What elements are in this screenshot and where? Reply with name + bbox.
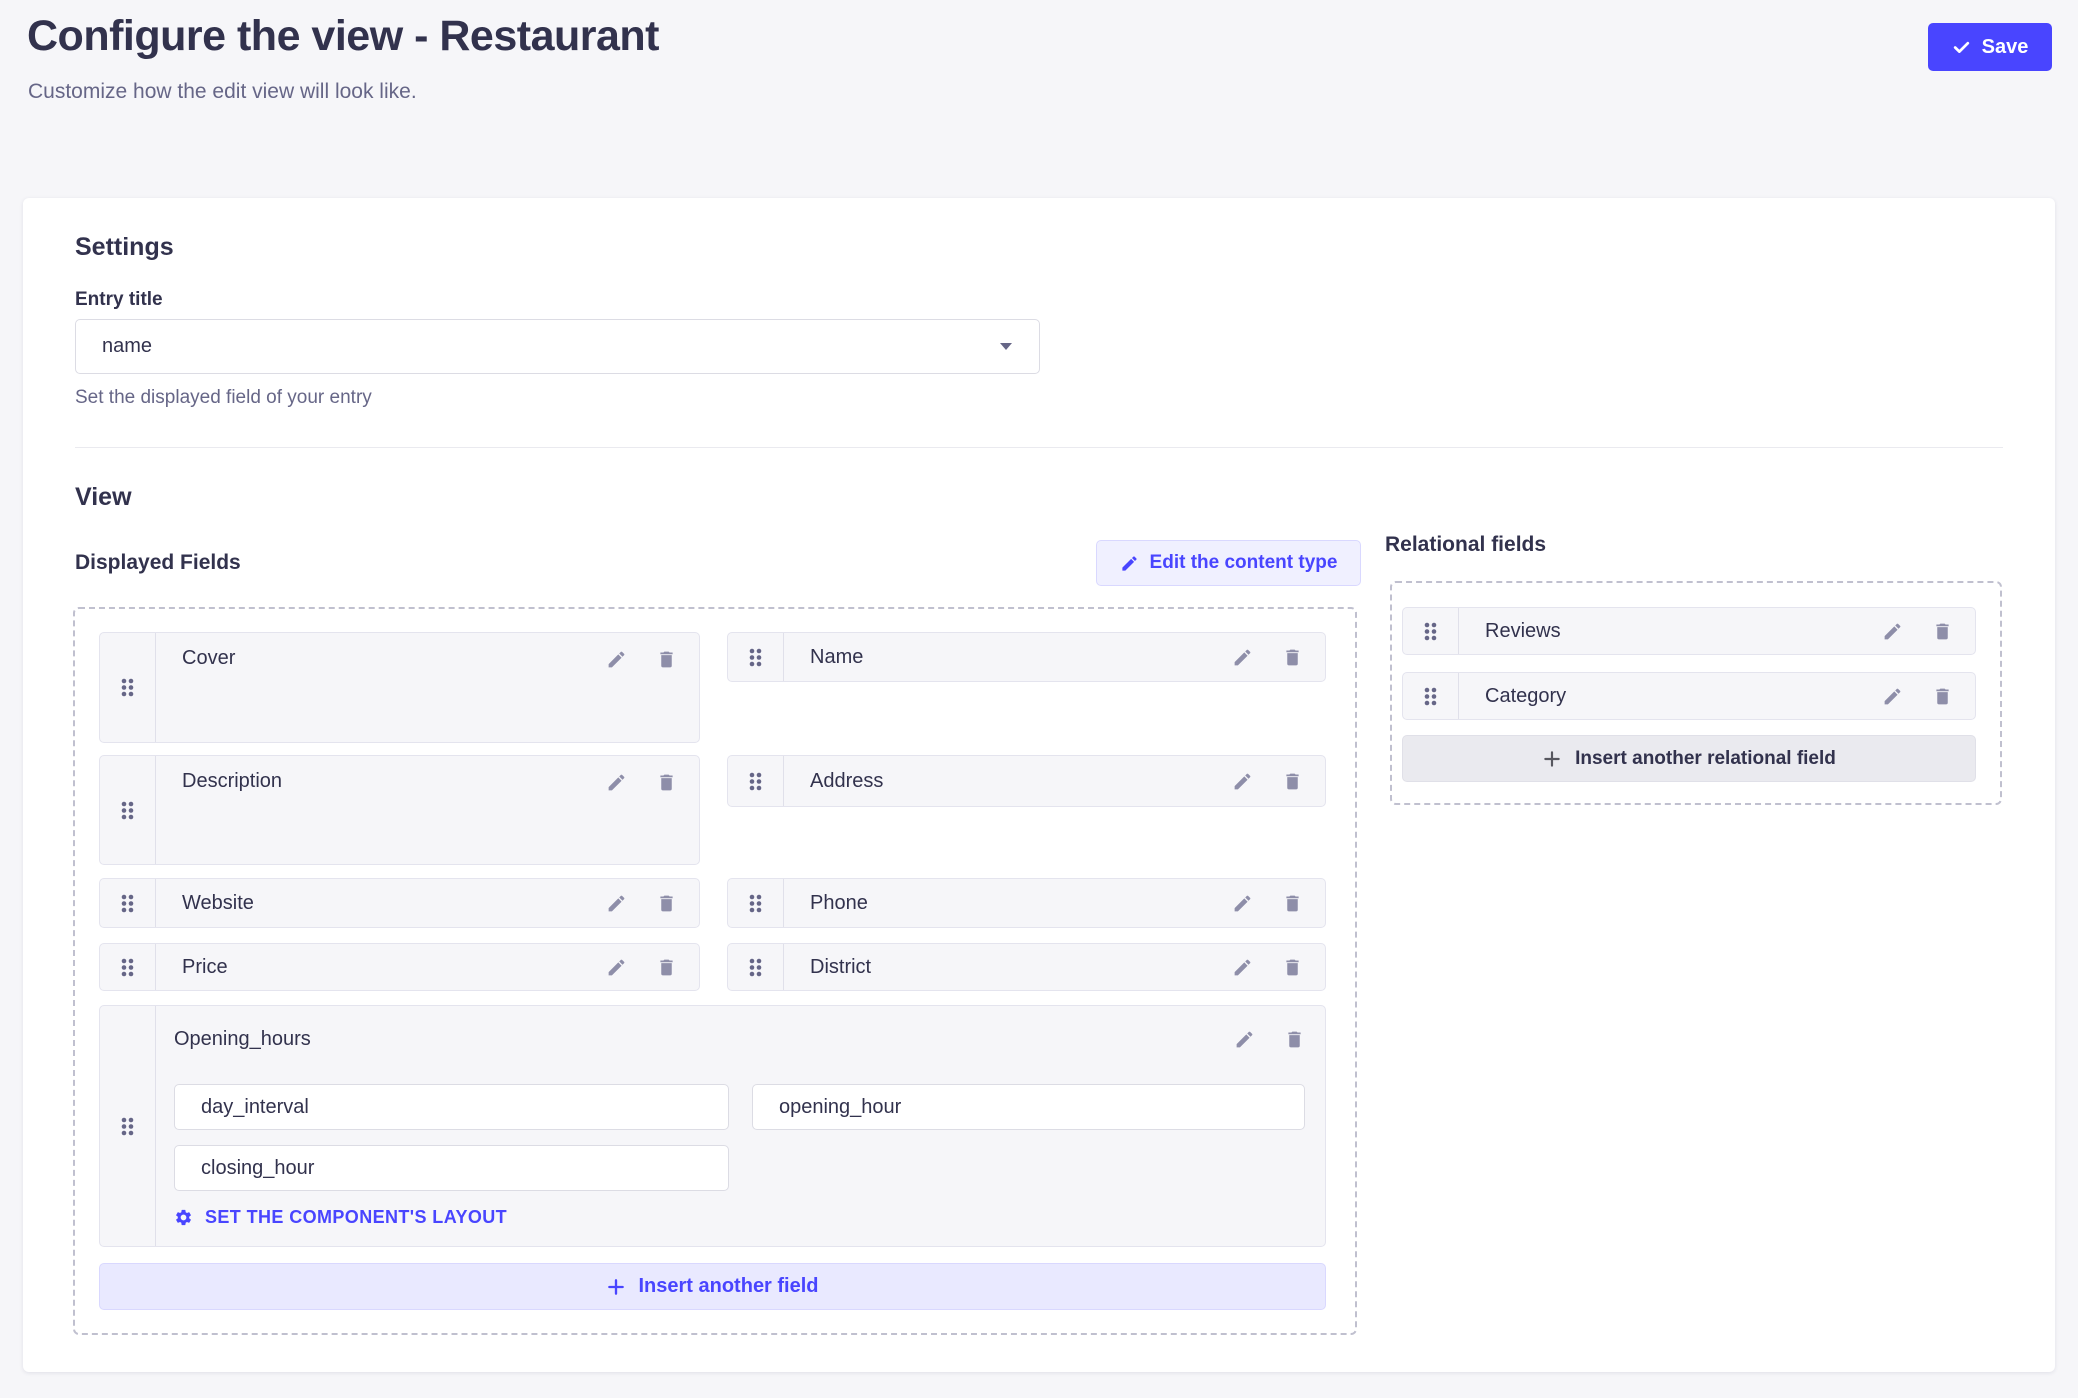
delete-field-icon[interactable] [1282, 771, 1303, 792]
entry-title-select[interactable]: name [75, 319, 1040, 374]
drag-handle-icon[interactable] [100, 879, 156, 927]
delete-field-icon[interactable] [656, 649, 677, 670]
drag-handle-icon[interactable] [100, 633, 156, 742]
drag-handle-icon[interactable] [100, 944, 156, 990]
insert-another-field-button[interactable]: Insert another field [99, 1263, 1326, 1310]
set-component-layout-label: SET THE COMPONENT'S LAYOUT [205, 1207, 507, 1228]
delete-field-icon[interactable] [1282, 893, 1303, 914]
component-label: Opening_hours [174, 1028, 311, 1051]
displayed-fields-label: Displayed Fields [75, 551, 241, 575]
delete-field-icon[interactable] [1284, 1029, 1305, 1050]
drag-handle-icon[interactable] [100, 756, 156, 864]
field-card-website[interactable]: Website [99, 878, 700, 928]
field-label: Name [810, 646, 863, 669]
field-card-opening-hours[interactable]: Opening_hours day_interval opening_hour … [99, 1005, 1326, 1247]
delete-field-icon[interactable] [656, 893, 677, 914]
entry-title-label: Entry title [75, 289, 163, 311]
edit-content-type-label: Edit the content type [1150, 552, 1338, 574]
edit-field-icon[interactable] [1232, 957, 1253, 978]
field-label: Phone [810, 892, 868, 915]
section-divider [75, 447, 2003, 448]
insert-another-relational-field-button[interactable]: Insert another relational field [1402, 735, 1976, 782]
page-subtitle: Customize how the edit view will look li… [28, 80, 417, 104]
component-subfield-day-interval[interactable]: day_interval [174, 1084, 729, 1130]
entry-title-selected-value: name [102, 335, 152, 358]
entry-title-help-text: Set the displayed field of your entry [75, 387, 372, 409]
edit-field-icon[interactable] [1232, 771, 1253, 792]
drag-handle-icon[interactable] [1403, 608, 1459, 654]
field-label: District [810, 956, 871, 979]
relational-field-label: Reviews [1485, 620, 1561, 643]
edit-field-icon[interactable] [1234, 1029, 1255, 1050]
field-card-phone[interactable]: Phone [727, 878, 1326, 928]
edit-field-icon[interactable] [606, 893, 627, 914]
edit-field-icon[interactable] [1232, 647, 1253, 668]
delete-field-icon[interactable] [656, 957, 677, 978]
edit-field-icon[interactable] [606, 957, 627, 978]
drag-handle-icon[interactable] [728, 756, 784, 806]
component-subfield-closing-hour[interactable]: closing_hour [174, 1145, 729, 1191]
insert-another-relational-field-label: Insert another relational field [1575, 748, 1836, 770]
check-icon [1952, 38, 1971, 57]
field-card-cover[interactable]: Cover [99, 632, 700, 743]
field-label: Address [810, 770, 883, 793]
edit-field-icon[interactable] [606, 772, 627, 793]
field-label: Description [182, 770, 282, 793]
relational-card-reviews[interactable]: Reviews [1402, 607, 1976, 655]
caret-down-icon [999, 342, 1013, 351]
edit-field-icon[interactable] [1232, 893, 1253, 914]
field-label: Cover [182, 647, 235, 670]
edit-field-icon[interactable] [606, 649, 627, 670]
drag-handle-icon[interactable] [728, 633, 784, 681]
set-component-layout-link[interactable]: SET THE COMPONENT'S LAYOUT [174, 1207, 507, 1228]
delete-field-icon[interactable] [1282, 957, 1303, 978]
drag-handle-icon[interactable] [728, 944, 784, 990]
gear-icon [174, 1208, 193, 1227]
edit-content-type-button[interactable]: Edit the content type [1096, 540, 1361, 586]
drag-handle-icon[interactable] [728, 879, 784, 927]
save-button-label: Save [1982, 36, 2029, 59]
field-card-district[interactable]: District [727, 943, 1326, 991]
field-label: Price [182, 956, 228, 979]
plus-icon [1542, 749, 1562, 769]
save-button[interactable]: Save [1928, 23, 2052, 71]
settings-heading: Settings [75, 233, 174, 262]
field-card-price[interactable]: Price [99, 943, 700, 991]
field-label: Website [182, 892, 254, 915]
drag-handle-icon[interactable] [100, 1006, 156, 1246]
delete-field-icon[interactable] [1932, 686, 1953, 707]
plus-icon [606, 1277, 626, 1297]
delete-field-icon[interactable] [656, 772, 677, 793]
insert-another-field-label: Insert another field [638, 1275, 818, 1298]
component-subfield-opening-hour[interactable]: opening_hour [752, 1084, 1305, 1130]
field-card-name[interactable]: Name [727, 632, 1326, 682]
page-title: Configure the view - Restaurant [27, 12, 659, 61]
delete-field-icon[interactable] [1932, 621, 1953, 642]
edit-field-icon[interactable] [1882, 686, 1903, 707]
drag-handle-icon[interactable] [1403, 673, 1459, 719]
field-card-address[interactable]: Address [727, 755, 1326, 807]
relational-field-label: Category [1485, 685, 1566, 708]
delete-field-icon[interactable] [1282, 647, 1303, 668]
view-heading: View [75, 483, 132, 512]
field-card-description[interactable]: Description [99, 755, 700, 865]
relational-card-category[interactable]: Category [1402, 672, 1976, 720]
relational-fields-heading: Relational fields [1385, 533, 1546, 557]
edit-field-icon[interactable] [1882, 621, 1903, 642]
pencil-icon [1120, 554, 1139, 573]
